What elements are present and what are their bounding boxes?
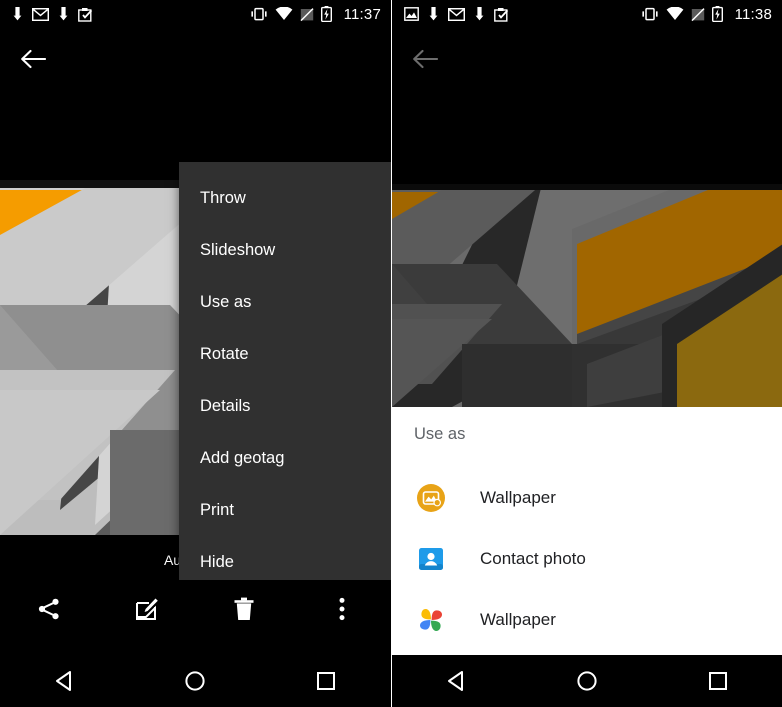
nav-recents-button[interactable] <box>653 671 782 691</box>
use-as-option-label: Wallpaper <box>480 610 556 629</box>
download-icon <box>13 7 22 21</box>
menu-item-throw[interactable]: Throw <box>179 172 391 224</box>
notification-icons <box>404 7 641 22</box>
system-icons: 11:38 <box>641 6 772 23</box>
menu-item-add-geotag[interactable]: Add geotag <box>179 432 391 484</box>
notification-icons <box>12 7 250 22</box>
overflow-button[interactable] <box>293 583 391 635</box>
vibrate-icon <box>641 7 658 21</box>
android-nav-bar <box>392 655 782 707</box>
nav-recents-button[interactable] <box>261 671 391 691</box>
download-icon <box>59 7 68 21</box>
google-photos-icon <box>414 603 448 637</box>
nav-home-button[interactable] <box>130 670 260 692</box>
nav-back-button[interactable] <box>392 670 522 692</box>
use-as-option-wallpaper[interactable]: Wallpaper <box>392 472 782 524</box>
status-bar-clock: 11:37 <box>343 5 381 23</box>
menu-item-details[interactable]: Details <box>179 380 391 432</box>
edit-icon <box>135 598 158 620</box>
download-icon <box>429 7 438 21</box>
battery-charging-icon <box>711 6 723 22</box>
home-circle-icon <box>185 671 206 691</box>
sheet-title: Use as <box>414 425 466 443</box>
vibrate-icon <box>250 7 267 21</box>
more-vert-icon <box>339 597 345 621</box>
context-menu[interactable]: Throw Slideshow Use as Rotate Details Ad… <box>179 162 391 580</box>
download-icon <box>475 7 484 21</box>
trash-icon <box>234 597 254 620</box>
battery-charging-icon <box>320 6 332 22</box>
delete-button[interactable] <box>196 583 294 635</box>
share-icon <box>38 598 59 620</box>
clipboard-check-icon <box>78 7 93 22</box>
wifi-icon <box>666 7 683 20</box>
no-sim-icon <box>691 7 705 21</box>
left-phone-screen: 11:37 Throw Slideshow Use as Rotate Deta… <box>0 0 391 707</box>
no-sim-icon <box>300 7 314 21</box>
menu-item-slideshow[interactable]: Slideshow <box>179 224 391 276</box>
use-as-option-label: Contact photo <box>480 549 586 568</box>
app-bar <box>392 28 782 90</box>
back-arrow-icon <box>413 49 438 69</box>
back-button[interactable] <box>410 44 440 74</box>
back-arrow-icon <box>21 49 46 69</box>
back-triangle-icon <box>448 671 464 691</box>
home-circle-icon <box>577 671 598 691</box>
recents-square-icon <box>316 672 335 690</box>
dual-screenshot: 11:37 Throw Slideshow Use as Rotate Deta… <box>0 0 782 707</box>
edit-button[interactable] <box>98 583 196 635</box>
use-as-option-contact-photo[interactable]: Contact photo <box>392 533 782 585</box>
wallpaper-circle-icon <box>414 481 448 515</box>
menu-item-hide[interactable]: Hide <box>179 536 391 588</box>
back-button[interactable] <box>18 44 48 74</box>
app-bar <box>0 28 391 90</box>
nav-back-button[interactable] <box>0 670 130 692</box>
menu-item-rotate[interactable]: Rotate <box>179 328 391 380</box>
status-bar: 11:38 <box>392 0 782 28</box>
gmail-icon <box>32 7 49 21</box>
right-phone-screen: 11:38 Use as Wallpaper Contact photo Wal… <box>391 0 782 707</box>
recents-square-icon <box>708 672 727 690</box>
use-as-sheet: Use as Wallpaper Contact photo Wallpaper <box>392 407 782 655</box>
android-nav-bar <box>0 655 391 707</box>
image-icon <box>404 7 419 21</box>
menu-item-print[interactable]: Print <box>179 484 391 536</box>
status-bar: 11:37 <box>0 0 391 28</box>
share-button[interactable] <box>0 583 98 635</box>
contacts-icon <box>414 542 448 576</box>
photo-toolbar <box>0 583 391 635</box>
use-as-option-google-photos-wallpaper[interactable]: Wallpaper <box>392 594 782 646</box>
nav-home-button[interactable] <box>522 670 652 692</box>
wifi-icon <box>275 7 292 20</box>
back-triangle-icon <box>56 671 72 691</box>
photo-viewer[interactable] <box>392 184 782 407</box>
clipboard-check-icon <box>494 7 509 22</box>
menu-item-use-as[interactable]: Use as <box>179 276 391 328</box>
system-icons: 11:37 <box>250 6 381 23</box>
use-as-option-label: Wallpaper <box>480 488 556 507</box>
status-bar-clock: 11:38 <box>734 5 772 23</box>
gmail-icon <box>448 7 465 21</box>
photo-dim-overlay <box>392 184 782 407</box>
